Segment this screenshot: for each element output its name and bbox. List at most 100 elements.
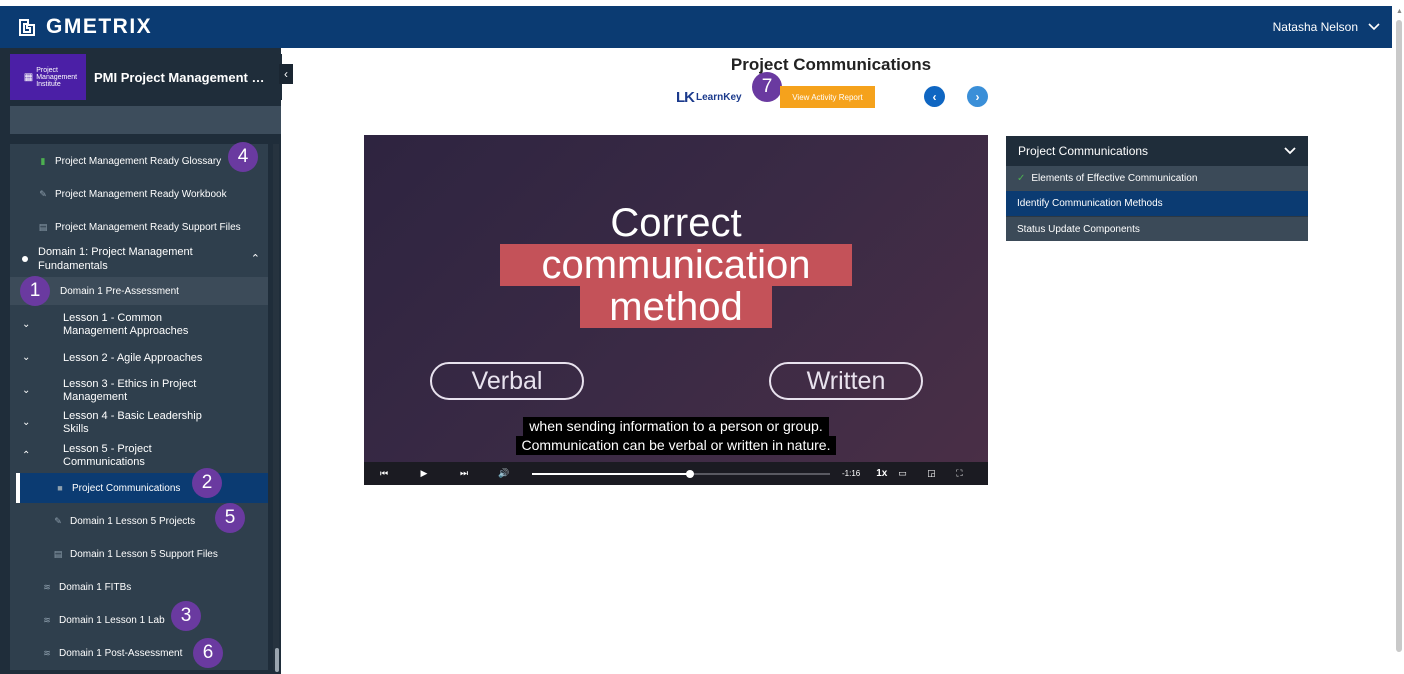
page-title: Project Communications (730, 55, 932, 74)
sidebar-item-label: Domain 1 Post-Assessment (59, 647, 183, 659)
chevron-down-icon: ⌄ (22, 352, 31, 363)
video-progress-fill (532, 472, 690, 475)
volume-icon[interactable]: 🔊 (484, 468, 524, 479)
sidebar-scrollbar[interactable] (273, 144, 279, 670)
view-activity-report-button[interactable]: View Activity Report (780, 86, 875, 108)
topics-dropdown[interactable]: Project Communications (1006, 136, 1308, 166)
sidebar-item-post-assessment[interactable]: ≋ Domain 1 Post-Assessment (10, 644, 268, 662)
lesson-label-line2: Management (63, 391, 128, 403)
topic-item-status-update[interactable]: Status Update Components (1006, 216, 1308, 241)
next-button[interactable]: › (967, 86, 988, 107)
lesson-label-line2: Communications (63, 456, 145, 468)
video-controls: ⏮ ▶ ⏭ 🔊 -1:16 1x ▭ ◲ ⛶ (364, 462, 988, 485)
video-pill-verbal: Verbal (430, 362, 584, 400)
domain-label-line1: Domain 1: Project Management (38, 246, 193, 258)
sidebar-item-label: Project Management Ready Support Files (55, 221, 241, 233)
checkmark-icon: ✓ (1017, 173, 1026, 184)
page-scrollbar-thumb[interactable] (1396, 20, 1402, 652)
sidebar-item-label: Project Management Ready Workbook (55, 188, 227, 200)
sidebar-lesson-5[interactable]: ⌃ Lesson 5 - Project Communications (10, 440, 268, 472)
user-menu[interactable]: Natasha Nelson (1273, 6, 1380, 48)
callout-badge-2: 2 (192, 468, 222, 498)
skip-back-icon[interactable]: ⏮ (364, 468, 404, 479)
chevron-left-icon: ‹ (284, 67, 288, 81)
lesson-label: Lesson 3 - Ethics in Project Management (63, 378, 196, 404)
scroll-up-icon[interactable]: ▲ (1396, 8, 1403, 15)
book-icon: ▮ (40, 155, 46, 166)
video-progress-knob[interactable] (685, 469, 694, 478)
sidebar-item-label: Domain 1 FITBs (59, 581, 132, 593)
captions-icon[interactable]: ▭ (887, 468, 917, 479)
learnkey-logo: LK LearnKey (676, 89, 742, 106)
sidebar-item-label: Domain 1 Lesson 1 Lab (59, 614, 165, 626)
topic-item-label: Identify Communication Methods (1017, 198, 1163, 209)
chevron-left-icon: ‹ (932, 89, 937, 104)
course-thumbnail-label: Project Management Institute (36, 66, 78, 88)
caption-line1: when sending information to a person or … (523, 417, 829, 436)
chevron-down-icon (1368, 23, 1380, 31)
lesson-label: Lesson 5 - Project Communications (63, 443, 152, 469)
sidebar-domain-1[interactable]: Domain 1: Project Management Fundamental… (10, 244, 268, 274)
chevron-down-icon: ⌄ (22, 385, 31, 396)
sidebar-item-lab[interactable]: ≋ Domain 1 Lesson 1 Lab (10, 611, 268, 629)
sidebar-item-workbook[interactable]: ✎ Project Management Ready Workbook (10, 185, 268, 203)
sidebar-item-label: Domain 1 Pre-Assessment (60, 285, 179, 297)
collapse-sidebar-button[interactable]: ‹ (279, 64, 293, 84)
video-player[interactable]: Correct communication method Verbal Writ… (364, 135, 988, 485)
video-captions: when sending information to a person or … (364, 417, 988, 455)
sidebar-item-label: Project Management Ready Glossary (55, 155, 222, 167)
sidebar-lesson-4[interactable]: ⌄ Lesson 4 - Basic Leadership Skills (10, 407, 268, 439)
sidebar-item-label: Project Communications (72, 482, 181, 494)
topic-item-identify-methods[interactable]: Identify Communication Methods (1006, 191, 1308, 216)
lesson-label-line1: Lesson 5 - Project (63, 443, 152, 455)
topic-item-label: Status Update Components (1017, 223, 1140, 235)
chevron-right-icon: › (975, 89, 980, 104)
lesson-label: Lesson 1 - Common Management Approaches (63, 312, 188, 338)
play-icon[interactable]: ▶ (404, 468, 444, 479)
sidebar-lesson-3[interactable]: ⌄ Lesson 3 - Ethics in Project Management (10, 375, 268, 407)
assessment-icon: ≋ (43, 647, 51, 658)
sidebar-scrollbar-thumb[interactable] (275, 648, 279, 672)
learnkey-mark: LK (676, 89, 695, 106)
page-scrollbar[interactable]: ▲ (1395, 6, 1404, 674)
sidebar-item-label: Domain 1 Lesson 5 Support Files (70, 548, 218, 560)
video-progress-bar[interactable] (532, 469, 830, 478)
skip-forward-icon[interactable]: ⏭ (444, 468, 484, 479)
caption-line2: Communication can be verbal or written i… (515, 436, 837, 455)
time-remaining: -1:16 (842, 469, 861, 478)
fullscreen-icon[interactable]: ⛶ (945, 468, 973, 479)
picture-in-picture-icon[interactable]: ◲ (917, 468, 945, 479)
lesson-label-line1: Lesson 4 - Basic Leadership (63, 410, 202, 422)
pencil-icon: ✎ (54, 515, 62, 526)
file-icon: ▤ (53, 548, 63, 559)
bullet-icon (22, 256, 28, 262)
callout-badge-1: 1 (20, 276, 50, 306)
previous-button[interactable]: ‹ (924, 86, 945, 107)
sidebar-item-support-files[interactable]: ▤ Project Management Ready Support Files (10, 218, 268, 236)
lesson-label-line2: Skills (63, 423, 89, 435)
sidebar-item-lesson5-support-files[interactable]: ▤ Domain 1 Lesson 5 Support Files (10, 545, 268, 563)
topics-dropdown-label: Project Communications (1018, 144, 1149, 158)
callout-badge-3: 3 (171, 601, 201, 631)
chevron-up-icon: ⌃ (250, 253, 260, 265)
domain-label: Domain 1: Project Management Fundamental… (38, 245, 193, 273)
topic-item-elements[interactable]: ✓ Elements of Effective Communication (1006, 166, 1308, 191)
top-bar: GMETRIX Natasha Nelson (0, 6, 1392, 48)
video-slide-line2: communication (500, 244, 852, 286)
sidebar-item-fitbs[interactable]: ≋ Domain 1 FITBs (10, 578, 268, 596)
lesson-label: Lesson 4 - Basic Leadership Skills (63, 410, 202, 436)
sidebar-lesson-2[interactable]: ⌄ Lesson 2 - Agile Approaches (10, 349, 268, 367)
learnkey-label: LearnKey (696, 92, 742, 103)
sidebar-lesson-1[interactable]: ⌄ Lesson 1 - Common Management Approaches (10, 309, 268, 341)
callout-badge-4: 4 (228, 142, 258, 172)
pencil-icon: ✎ (39, 188, 47, 199)
playback-rate-button[interactable]: 1x (876, 468, 887, 479)
sidebar-item-label: Domain 1 Lesson 5 Projects (70, 515, 196, 527)
callout-badge-7: 7 (752, 72, 782, 102)
brand-logo[interactable]: GMETRIX (16, 15, 152, 39)
lesson-label-line2: Management Approaches (63, 325, 189, 337)
domain-label-line2: Fundamentals (38, 260, 108, 272)
sidebar-item-project-communications[interactable]: ■ Project Communications (16, 473, 268, 503)
file-icon: ▤ (38, 221, 48, 232)
course-thumbnail: ▦ Project Management Institute (10, 54, 86, 100)
